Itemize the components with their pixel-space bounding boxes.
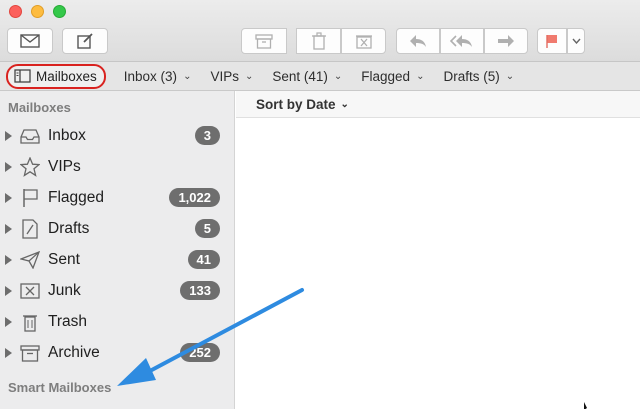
sidebar-item-label: Junk [48, 281, 81, 299]
chevron-down-icon: ⌄ [416, 70, 425, 82]
unread-count-badge: 3 [194, 126, 220, 145]
unread-count-badge: 5 [194, 219, 220, 238]
trash-icon [311, 32, 326, 50]
flag-button[interactable] [537, 28, 567, 54]
minimize-window-button[interactable] [31, 5, 44, 18]
archive-button[interactable] [241, 28, 287, 54]
forward-button[interactable] [484, 28, 528, 54]
envelope-icon [20, 34, 40, 48]
junk-button[interactable] [341, 28, 386, 54]
sidebar-item-sent[interactable]: Sent 41 [0, 244, 235, 275]
sidebar-item-label: Inbox [48, 126, 86, 144]
mailboxes-toggle-label: Mailboxes [36, 68, 97, 84]
disclosure-triangle-icon[interactable] [5, 223, 12, 234]
chevron-down-icon: ⌄ [505, 70, 515, 82]
reply-button[interactable] [396, 28, 440, 54]
chevron-down-icon: ⌄ [340, 98, 349, 110]
favorite-item-label: VIPs [210, 68, 239, 84]
favorite-item[interactable]: VIPs ⌄ [210, 69, 253, 84]
sidebar-item-flagged[interactable]: Flagged 1,022 [0, 182, 235, 213]
reply-all-icon [450, 35, 472, 47]
inbox-icon [19, 125, 41, 147]
sidebar-item-trash[interactable]: Trash [0, 306, 235, 337]
disclosure-triangle-icon[interactable] [5, 161, 12, 172]
junk-icon [355, 35, 372, 49]
favorite-item-label: Drafts (5) [443, 68, 500, 84]
disclosure-triangle-icon[interactable] [5, 285, 12, 296]
flag-menu-button[interactable] [567, 28, 585, 54]
smart-mailboxes-heading[interactable]: Smart Mailboxes [8, 380, 111, 395]
compose-icon [77, 33, 93, 49]
draft-document-icon [19, 218, 41, 240]
compose-button[interactable] [62, 28, 108, 54]
flag-icon [19, 187, 41, 209]
star-icon [19, 156, 41, 178]
favorite-item[interactable]: Drafts (5) ⌄ [443, 69, 514, 84]
favorite-item-label: Sent (41) [272, 68, 328, 84]
favorite-item[interactable]: Inbox (3) ⌄ [124, 69, 192, 84]
unread-count-badge: 252 [180, 343, 220, 362]
reply-icon [410, 35, 426, 47]
disclosure-triangle-icon[interactable] [5, 254, 12, 265]
reply-all-button[interactable] [440, 28, 484, 54]
sidebar-item-label: VIPs [48, 157, 81, 175]
favorites-bar: Mailboxes Inbox (3) ⌄ VIPs ⌄ Sent (41) ⌄ Flagg… [0, 62, 640, 91]
favorite-item[interactable]: Flagged ⌄ [361, 69, 424, 84]
zoom-window-button[interactable] [53, 5, 66, 18]
sidebar-item-archive[interactable]: Archive 252 [0, 337, 235, 368]
chevron-down-icon: ⌄ [183, 70, 192, 82]
favorite-item-label: Flagged [361, 68, 411, 84]
get-mail-button[interactable] [7, 28, 53, 54]
favorite-item-label: Inbox (3) [123, 68, 178, 84]
disclosure-triangle-icon[interactable] [5, 192, 12, 203]
unread-count-badge: 133 [180, 281, 220, 300]
sidebar-item-inbox[interactable]: Inbox 3 [0, 120, 235, 151]
unread-count-badge: 1,022 [169, 188, 220, 207]
disclosure-triangle-icon[interactable] [5, 347, 12, 358]
unread-count-badge: 41 [187, 250, 220, 269]
archive-box-icon [19, 342, 41, 364]
message-list[interactable]: Sort by Date ⌄ [236, 91, 640, 409]
paper-plane-icon [19, 249, 41, 271]
sort-label: Sort by Date [256, 96, 336, 112]
mailboxes-toggle-button[interactable]: Mailboxes [6, 63, 106, 89]
sidebar-item-drafts[interactable]: Drafts 5 [0, 213, 235, 244]
sidebar-item-label: Archive [48, 343, 100, 361]
mouse-cursor-icon [584, 402, 587, 409]
sidebar-item-label: Trash [48, 312, 88, 330]
trash-icon [19, 311, 41, 333]
sidebar-icon [14, 69, 31, 83]
close-window-button[interactable] [9, 5, 22, 18]
disclosure-triangle-icon[interactable] [5, 316, 12, 327]
window-toolbar [0, 0, 640, 62]
flag-icon [546, 35, 557, 48]
delete-button[interactable] [296, 28, 341, 54]
sidebar-item-label: Flagged [48, 188, 105, 206]
mailbox-sidebar: Mailboxes Inbox 3 VIPs Flagged 1,022 Drafts 5 S… [0, 91, 235, 409]
chevron-down-icon: ⌄ [244, 70, 254, 82]
archive-box-icon [255, 34, 273, 49]
sidebar-item-vips[interactable]: VIPs [0, 151, 235, 182]
forward-icon [498, 35, 514, 47]
sidebar-item-label: Sent [48, 250, 80, 268]
chevron-down-icon [571, 38, 581, 44]
sidebar-heading: Mailboxes [8, 100, 71, 115]
sort-control[interactable]: Sort by Date ⌄ [236, 91, 640, 118]
junk-box-icon [19, 280, 41, 302]
sidebar-item-junk[interactable]: Junk 133 [0, 275, 235, 306]
favorite-item[interactable]: Sent (41) ⌄ [272, 69, 342, 84]
chevron-down-icon: ⌄ [333, 70, 343, 82]
disclosure-triangle-icon[interactable] [5, 130, 12, 141]
sidebar-item-label: Drafts [48, 219, 90, 237]
